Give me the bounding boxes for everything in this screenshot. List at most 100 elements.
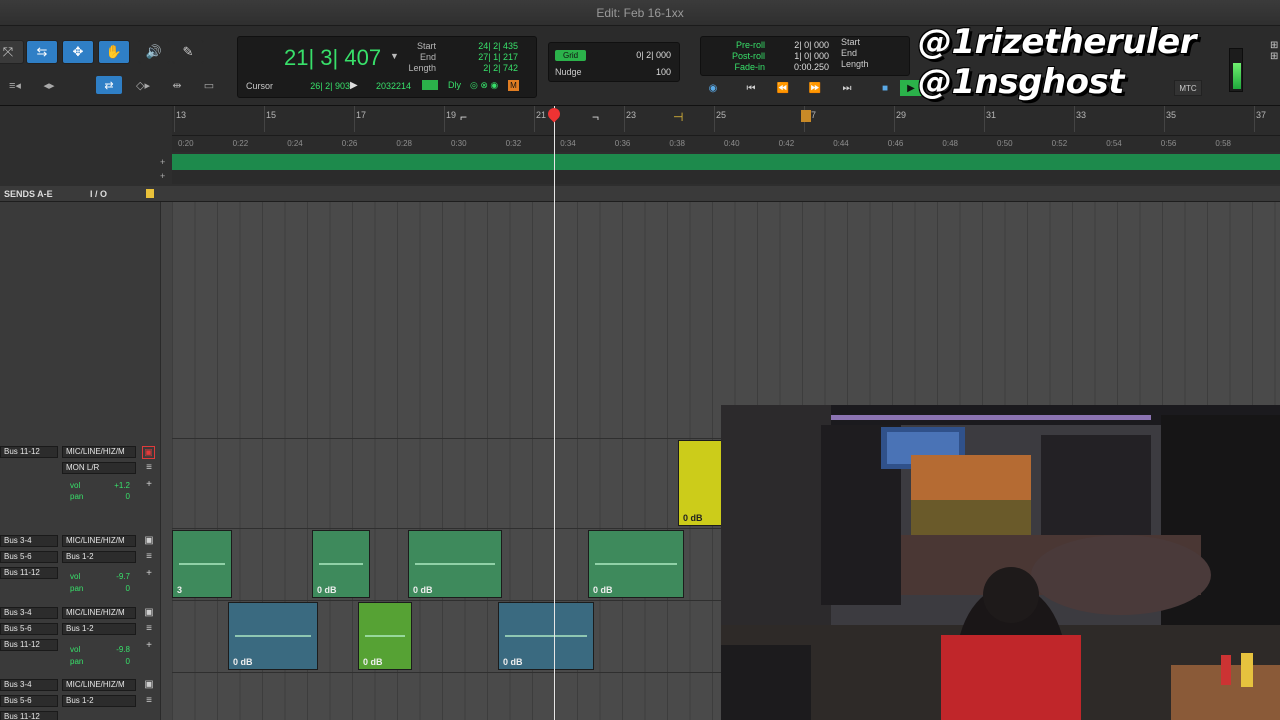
fadein-value[interactable]: 0:00.250 — [779, 62, 829, 72]
return-to-zero-icon[interactable]: ⏮ — [740, 80, 762, 96]
mirror-icon[interactable]: ⇹ — [164, 76, 190, 94]
audio-clip[interactable]: 0 dB — [358, 602, 412, 670]
track-scroll-strip[interactable] — [160, 202, 172, 720]
audio-clip[interactable]: 0 dB — [312, 530, 370, 598]
fadein-label[interactable]: Fade-in — [705, 62, 765, 72]
audio-clip[interactable]: 0 dB — [408, 530, 502, 598]
playhead-line[interactable] — [554, 106, 555, 720]
insertion-follows-icon[interactable]: ▭ — [196, 76, 222, 94]
preroll-label[interactable]: Pre-roll — [705, 40, 765, 50]
record-enable-icon[interactable]: ▣ — [142, 446, 155, 459]
track-3-input-3[interactable]: Bus 11-12 — [0, 639, 58, 651]
sends-column-header[interactable]: SENDS A-E — [4, 189, 53, 199]
audio-clip[interactable]: 0 dB — [498, 602, 594, 670]
location-marker[interactable] — [801, 110, 811, 122]
track-2-input-3[interactable]: Bus 11-12 — [0, 567, 58, 579]
audio-clip[interactable]: 0 dB — [678, 440, 722, 526]
track-3-menu-icon[interactable]: ≡ — [143, 623, 155, 635]
window-side-icons[interactable]: ⊞ ⊞ — [1270, 40, 1280, 80]
tempo-ruler-strip[interactable] — [172, 154, 1280, 170]
punch-marker-icon[interactable]: ⊣ — [673, 110, 683, 124]
grid-button[interactable]: Grid — [555, 50, 587, 61]
track-4-menu-icon[interactable]: ≡ — [143, 695, 155, 707]
stop-icon[interactable]: ■ — [874, 80, 896, 96]
shuffle-mode-button[interactable]: ⇆ — [26, 40, 58, 64]
track-3-output[interactable]: MIC/LINE/HIZ/M — [62, 607, 136, 619]
track-3-output-2[interactable]: Bus 1-2 — [62, 623, 136, 635]
track-1-list-icon[interactable]: ≡ — [143, 462, 155, 474]
track-4-output-2[interactable]: Bus 1-2 — [62, 695, 136, 707]
track-2-input[interactable]: Bus 3-4 — [0, 535, 58, 547]
marker-ruler-strip[interactable] — [172, 170, 1280, 184]
track-1-input[interactable]: Bus 11-12 — [0, 446, 58, 458]
track-2-input-2[interactable]: Bus 5-6 — [0, 551, 58, 563]
rewind-icon[interactable]: ⏪ — [772, 80, 794, 96]
audio-clip[interactable]: 0 dB — [228, 602, 318, 670]
preroll-value[interactable]: 2| 0| 000 — [779, 40, 829, 50]
m-badge[interactable]: M — [508, 80, 519, 91]
track-3-add-icon[interactable]: + — [143, 640, 155, 652]
zoom-in-icon[interactable]: ≡◂ — [2, 76, 28, 94]
track-1-add-icon[interactable]: + — [143, 479, 155, 491]
track-4-input-3[interactable]: Bus 11-12 — [0, 711, 58, 720]
ruler-add-icon[interactable]: + — [160, 157, 165, 167]
pencil-tool-icon[interactable]: ✎ — [172, 40, 204, 64]
go-to-end-icon[interactable]: ⏭ — [836, 80, 858, 96]
cursor-value: 26| 2| 903 — [310, 81, 350, 91]
track-2-menu-icon[interactable]: ≡ — [143, 551, 155, 563]
track-4-list-icon[interactable]: ▣ — [143, 679, 155, 691]
bar-tick-label: 15 — [263, 106, 277, 132]
track-3-vol-value[interactable]: -9.8 — [96, 645, 130, 654]
track-3-input[interactable]: Bus 3-4 — [0, 607, 58, 619]
length-label: Length — [408, 63, 436, 73]
selection-start-flag-icon[interactable]: ⌐ — [460, 110, 467, 124]
selection-end-flag-icon[interactable]: ¬ — [592, 110, 599, 124]
track-4-input[interactable]: Bus 3-4 — [0, 679, 58, 691]
meter-icon[interactable] — [422, 80, 438, 90]
zoom-tool-icon[interactable]: ⤧ — [0, 40, 24, 64]
postroll-value[interactable]: 1| 0| 000 — [779, 51, 829, 61]
track-2-output[interactable]: MIC/LINE/HIZ/M — [62, 535, 136, 547]
track-2-pan-value[interactable]: 0 — [96, 584, 130, 593]
fast-forward-icon[interactable]: ⏩ — [804, 80, 826, 96]
speaker-tool-icon[interactable]: 🔊 — [138, 40, 170, 64]
bars-beats-ruler[interactable]: 13 15 17 19 21 23 25 27 29 31 33 35 37 — [172, 106, 1280, 136]
column-marker-icon[interactable] — [146, 189, 154, 198]
track-1-vol-value[interactable]: +1.2 — [96, 481, 130, 490]
audio-clip[interactable]: 3 — [172, 530, 232, 598]
min-sec-ruler[interactable]: 0:20 0:22 0:24 0:26 0:28 0:30 0:32 0:34 0:36 0:38… — [172, 136, 1280, 152]
tab-to-transient-icon[interactable]: ◇▸ — [130, 76, 156, 94]
postroll-label[interactable]: Post-roll — [705, 51, 765, 61]
track-3-list-icon[interactable]: ▣ — [143, 607, 155, 619]
io-column-header[interactable]: I / O — [90, 189, 107, 199]
track-3-input-2[interactable]: Bus 5-6 — [0, 623, 58, 635]
track-4-output[interactable]: MIC/LINE/HIZ/M — [62, 679, 136, 691]
delay-label[interactable]: Dly — [448, 80, 461, 90]
track-1-output-2[interactable]: MON L/R — [62, 462, 136, 474]
track-1-output[interactable]: MIC/LINE/HIZ/M — [62, 446, 136, 458]
link-icon[interactable]: ⇄ — [96, 76, 122, 94]
length-value[interactable]: 2| 2| 742 — [458, 63, 518, 73]
track-2-list-icon[interactable]: ▣ — [143, 535, 155, 547]
time-tick-label: 0:22 — [232, 139, 249, 148]
track-2-add-icon[interactable]: + — [143, 568, 155, 580]
track-2-output-2[interactable]: Bus 1-2 — [62, 551, 136, 563]
track-4-input-2[interactable]: Bus 5-6 — [0, 695, 58, 707]
track-2-vol-value[interactable]: -9.7 — [96, 572, 130, 581]
track-3-pan-value[interactable]: 0 — [96, 657, 130, 666]
trim-tool-button[interactable]: ✥ — [62, 40, 94, 64]
online-icon[interactable]: ◉ — [702, 80, 724, 96]
zoom-out-icon[interactable]: ◂▸ — [36, 76, 62, 94]
ruler-add-icon-2[interactable]: + — [160, 171, 165, 181]
main-counter[interactable]: 21| 3| 407 ▼ Start End Length 24| 2| 435… — [237, 36, 537, 98]
track-1-pan-value[interactable]: 0 — [96, 492, 130, 501]
sync-icons[interactable]: ◎ ⊗ ◉ — [470, 80, 498, 91]
end-value[interactable]: 27| 1| 217 — [458, 52, 518, 62]
audio-clip[interactable]: 0 dB — [588, 530, 684, 598]
nudge-value[interactable]: 100 — [656, 67, 671, 77]
grid-value[interactable]: 0| 2| 000 — [636, 50, 671, 60]
nudge-label[interactable]: Nudge — [555, 67, 582, 77]
main-counter-value[interactable]: 21| 3| 407 — [284, 45, 381, 71]
grabber-tool-button[interactable]: ✋ — [98, 40, 130, 64]
start-value[interactable]: 24| 2| 435 — [458, 41, 518, 51]
